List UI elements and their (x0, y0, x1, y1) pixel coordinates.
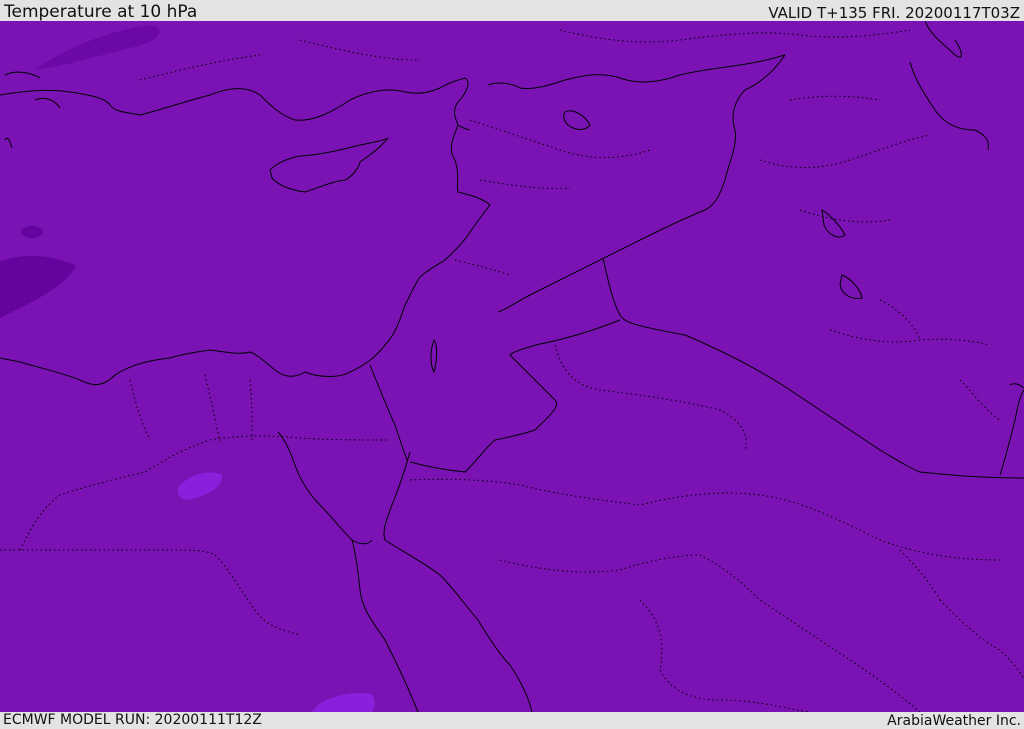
temperature-field (0, 21, 1024, 712)
cold-patch-small (21, 226, 43, 238)
map-figure: Temperature at 10 hPa VALID T+135 FRI. 2… (0, 0, 1024, 729)
model-run-label: ECMWF MODEL RUN: 20200111T12Z (3, 712, 262, 728)
map-svg (0, 21, 1024, 712)
footer-bar: ECMWF MODEL RUN: 20200111T12Z ArabiaWeat… (0, 712, 1024, 729)
header-bar: Temperature at 10 hPa VALID T+135 FRI. 2… (0, 0, 1024, 22)
map-canvas[interactable] (0, 21, 1024, 712)
credit-label: ArabiaWeather Inc. (887, 713, 1021, 729)
map-title: Temperature at 10 hPa (4, 2, 198, 22)
valid-time-label: VALID T+135 FRI. 20200117T03Z (768, 4, 1020, 22)
